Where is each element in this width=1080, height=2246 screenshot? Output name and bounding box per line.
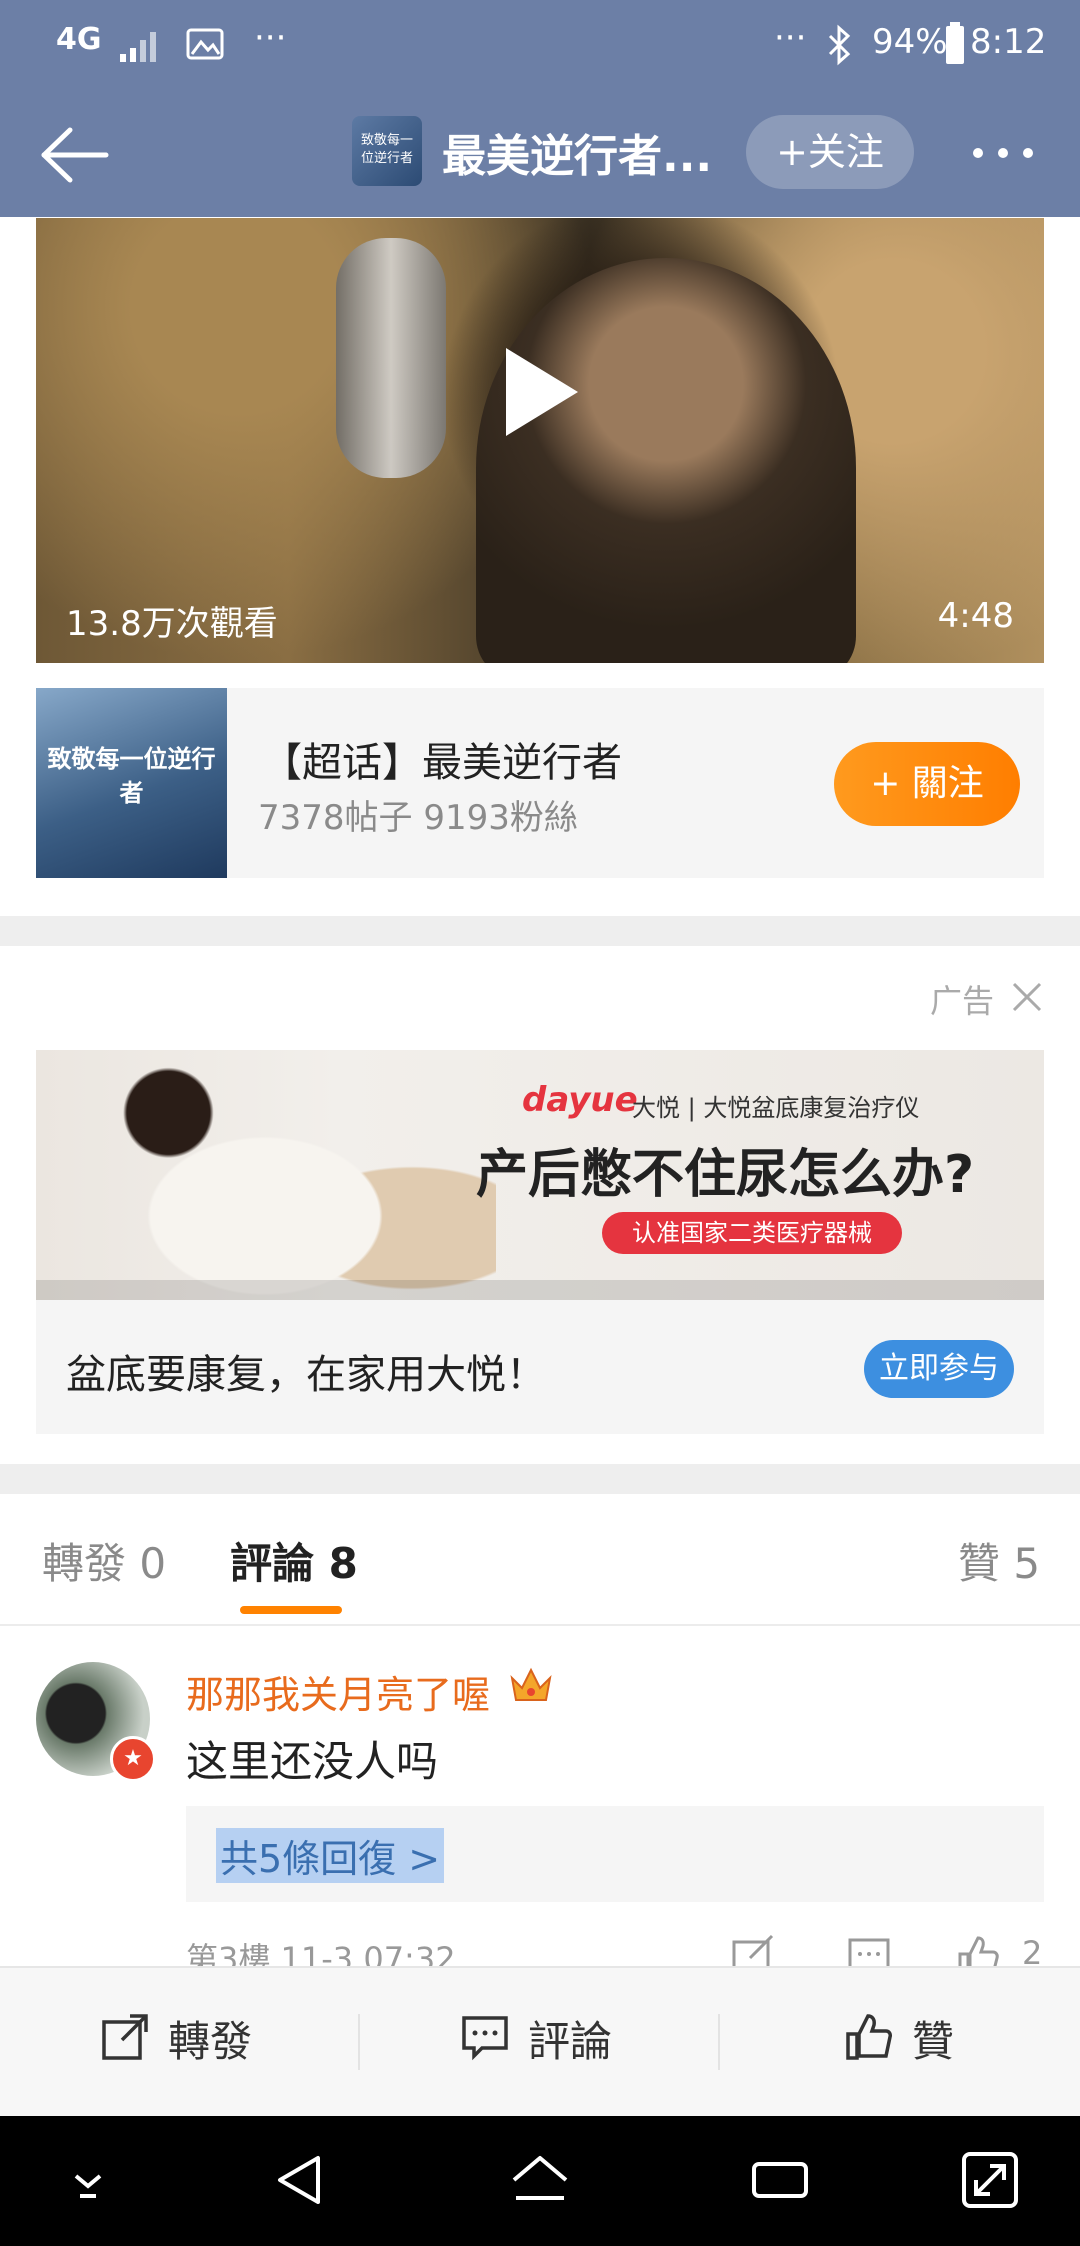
view-count: 13.8万次觀看 — [66, 604, 278, 644]
close-icon[interactable] — [1010, 980, 1044, 1014]
ad-label: 广告 — [930, 982, 995, 1020]
status-overflow-left: ··· — [254, 18, 287, 58]
battery-icon — [946, 22, 964, 64]
section-divider — [0, 916, 1080, 946]
tab-likes[interactable]: 贊 5 — [958, 1530, 1040, 1591]
ad-headline: 产后憋不住尿怎么办? — [476, 1145, 975, 1205]
expand-icon[interactable] — [960, 2150, 1020, 2210]
system-nav-bar — [0, 2116, 1080, 2246]
action-separator — [358, 2014, 360, 2070]
ad-model-image — [76, 1060, 496, 1300]
status-overflow-right: ··· — [774, 18, 807, 58]
follow-button-header[interactable]: +关注 — [746, 115, 914, 189]
status-bar: 4G ··· ··· 94% 8:12 — [0, 0, 1080, 92]
supertopic-follow-button[interactable]: + 關注 — [834, 742, 1020, 826]
tabs-divider — [0, 1624, 1080, 1626]
hide-keyboard-icon[interactable] — [58, 2150, 118, 2210]
like-button[interactable]: 贊 — [912, 2008, 954, 2069]
section-divider — [0, 1464, 1080, 1494]
ad-text: 盆底要康复，在家用大悦！ — [66, 1352, 546, 1398]
bluetooth-icon — [828, 24, 851, 66]
supertopic-card[interactable]: 致敬每一位逆行者 【超话】最美逆行者 7378帖子 9193粉絲 + 關注 — [36, 688, 1044, 878]
repost-button[interactable]: 轉發 — [168, 2008, 252, 2069]
ad-fine-print — [36, 1280, 1044, 1300]
singer-image — [476, 258, 856, 663]
ad-banner[interactable]: dayue 大悦 | 大悦盆底康复治疗仪 产后憋不住尿怎么办? 认准国家二类医疗… — [36, 1050, 1044, 1300]
home-icon[interactable] — [510, 2150, 570, 2210]
play-icon[interactable] — [506, 348, 578, 436]
tab-comments[interactable]: 評論 8 — [230, 1530, 358, 1591]
more-options-icon[interactable] — [968, 128, 1038, 178]
signal-icon — [120, 32, 156, 62]
ad-cta-button[interactable]: 立即参与 — [864, 1340, 1014, 1398]
topic-thumbnail-text: 致敬每一位逆行者 — [360, 133, 413, 166]
comment-icon[interactable] — [460, 2012, 510, 2062]
ad-footer[interactable]: 盆底要康复，在家用大悦！ 立即参与 — [36, 1300, 1044, 1434]
image-icon — [186, 28, 224, 60]
back-arrow-icon[interactable] — [36, 120, 116, 190]
ad-certification-pill: 认准国家二类医疗器械 — [602, 1212, 902, 1254]
page-title: 最美逆行者... — [442, 131, 713, 182]
ad-brand-sub: 大悦 | 大悦盆底康复治疗仪 — [632, 1094, 920, 1122]
supertopic-name: 【超话】最美逆行者 — [262, 740, 622, 786]
video-duration: 4:48 — [937, 596, 1014, 636]
battery-percent: 94% — [872, 22, 948, 62]
action-separator — [718, 2014, 720, 2070]
supertopic-stats: 7378帖子 9193粉絲 — [258, 798, 578, 838]
comment-text: 这里还没人吗 — [186, 1737, 439, 1786]
replies-box[interactable]: 共5條回復 > — [186, 1806, 1044, 1902]
clock: 8:12 — [970, 22, 1047, 62]
repost-icon[interactable] — [100, 2012, 150, 2062]
microphone-image — [336, 238, 446, 478]
back-triangle-icon[interactable] — [270, 2150, 330, 2210]
active-tab-indicator — [240, 1606, 342, 1614]
action-bar: 轉發 評論 贊 — [0, 1966, 1080, 2118]
supertopic-cover: 致敬每一位逆行者 — [36, 688, 227, 878]
comment-username[interactable]: 那那我关月亮了喔 — [186, 1664, 490, 1719]
comment-button[interactable]: 評論 — [528, 2008, 612, 2069]
crown-icon — [510, 1667, 552, 1701]
topic-thumbnail[interactable]: 致敬每一位逆行者 — [352, 116, 422, 186]
supertopic-cover-text: 致敬每一位逆行者 — [47, 745, 216, 807]
thumbs-up-icon[interactable] — [844, 2012, 894, 2062]
tab-repost[interactable]: 轉發 0 — [42, 1530, 166, 1591]
view-replies-link[interactable]: 共5條回復 > — [216, 1828, 445, 1883]
video-player[interactable]: 13.8万次觀看 4:48 — [36, 218, 1044, 663]
network-indicator: 4G — [56, 22, 102, 57]
recent-apps-icon[interactable] — [750, 2150, 810, 2210]
ad-brand: dayue — [522, 1080, 638, 1120]
verified-badge-icon: ★ — [110, 1736, 156, 1782]
